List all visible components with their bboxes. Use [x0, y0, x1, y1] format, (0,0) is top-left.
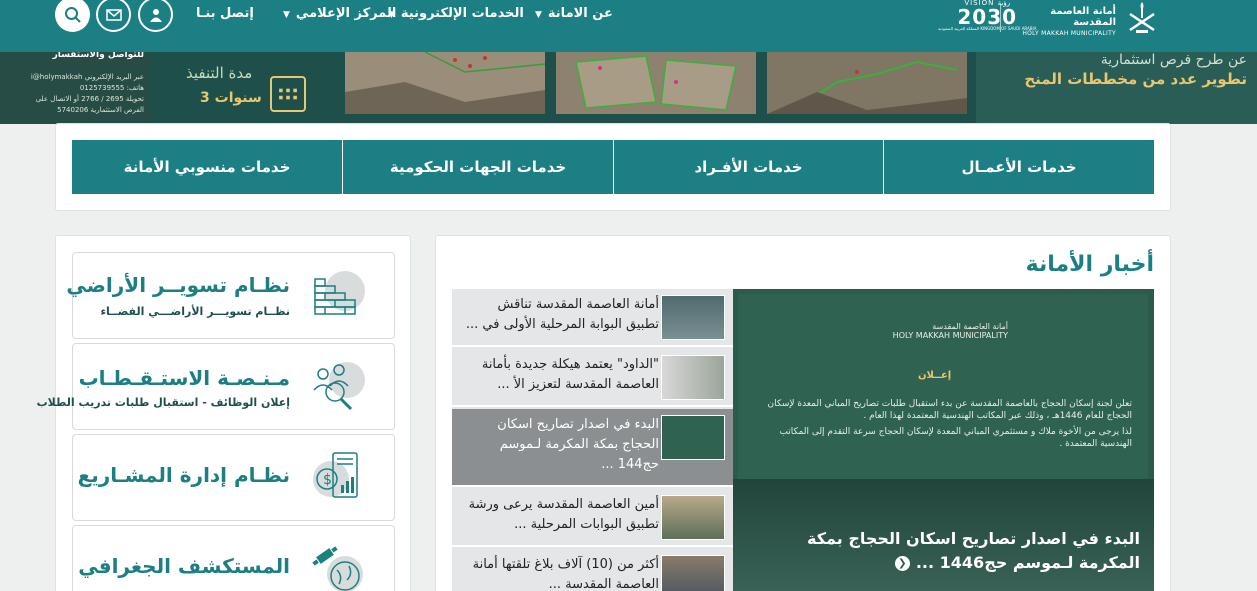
satellite-map-image — [345, 52, 545, 114]
satellite-globe-icon — [312, 546, 363, 591]
search-button[interactable] — [55, 0, 90, 32]
project-report-icon: $ — [313, 452, 358, 498]
saudi-emblem-icon — [1129, 2, 1155, 33]
nav-contact[interactable]: إتصل بنـا — [196, 6, 254, 26]
systems-panel: نظـام تسويــر الأراضي نظــام تسويـــر ال… — [37, 235, 411, 591]
municipality-name: أمانة العاصمة المقدسة HOLY MAKKAH MUNICI… — [1022, 6, 1116, 37]
news-thumbnail — [661, 355, 725, 400]
logo-divider — [1000, 4, 1001, 32]
nav-eservices[interactable]: الخدمات الإلكترونية▼ — [388, 6, 524, 26]
news-list: أمانة العاصمة المقدسة تناقش تطبيق البواب… — [452, 289, 733, 591]
news-list-item[interactable]: أمين العاصمة المقدسة يرعى ورشة تطبيق الب… — [452, 489, 733, 547]
top-navbar: إتصل بنـا المركز الإعلامي▼ الخدمات الإلك… — [0, 0, 1257, 52]
banner-headline: عن طرح فرص استثمارية تطوير عدد من مخططات… — [976, 52, 1257, 124]
featured-news-caption[interactable]: البدء في اصدار تصاريح اسكان الحجاج بمكة … — [760, 527, 1140, 575]
mail-button[interactable] — [96, 0, 131, 32]
news-section-title: أخبار الأمانة — [1025, 252, 1154, 277]
nav-media-center[interactable]: المركز الإعلامي▼ — [283, 6, 396, 26]
satellite-map-image — [767, 52, 967, 114]
nav-about[interactable]: عن الامانة▼ — [535, 6, 613, 26]
chevron-down-icon: ▼ — [388, 10, 395, 20]
user-icon — [149, 8, 162, 22]
services-panel: خدمات الأعمـال خدمات الأفـراد خدمات الجه… — [55, 123, 1171, 211]
news-list-item[interactable]: أكثر من (10) آلاف بلاغ تلقتها أمانة العا… — [452, 549, 733, 591]
calendar-icon — [270, 76, 306, 112]
user-button[interactable] — [138, 0, 173, 32]
search-icon — [64, 6, 81, 23]
banner-duration: مدة التنفيذ 3 سنوات — [160, 60, 330, 120]
employee-services-button[interactable]: خدمات منسوبي الأمانة — [72, 140, 342, 194]
business-services-button[interactable]: خدمات الأعمـال — [884, 140, 1154, 194]
recruitment-platform-card[interactable]: مـنـصـة الاستـقـطـاب إعلان الوظائف - است… — [37, 343, 395, 430]
arrow-left-icon[interactable]: ❮ — [894, 556, 910, 571]
news-list-item[interactable]: "الداود" يعتمد هيكلة جديدة بأمانة العاصم… — [452, 349, 733, 407]
news-panel: أخبار الأمانة أمانة العاصمة المقدسة تناق… — [435, 235, 1171, 591]
satellite-map-image — [556, 52, 756, 114]
news-list-item[interactable]: أمانة العاصمة المقدسة تناقش تطبيق البواب… — [452, 289, 733, 347]
geo-explorer-card[interactable]: المستكشف الجغرافي — [72, 525, 395, 591]
news-list-item-active[interactable]: البدء في اصدار تصاريح اسكان الحجاج بمكة … — [452, 409, 733, 487]
logo-area[interactable]: VISION رؤية 2030 المملكة العربية السعودي… — [938, 0, 1168, 38]
land-fencing-system-card[interactable]: نظـام تسويــر الأراضي نظــام تسويـــر ال… — [66, 252, 395, 339]
people-search-icon — [313, 362, 365, 411]
news-thumbnail — [661, 415, 725, 460]
chevron-down-icon: ▼ — [283, 10, 290, 20]
banner-contact-info: للتواصل والاستفسار عبر البريد الإلكتروني… — [0, 52, 150, 124]
mail-icon — [105, 8, 122, 21]
individual-services-button[interactable]: خدمات الأفـراد — [614, 140, 883, 194]
news-thumbnail — [661, 495, 725, 540]
announcement-logo: أمانة العاصمة المقدسة HOLY MAKKAH MUNICI… — [892, 322, 1008, 340]
government-services-button[interactable]: خدمات الجهات الحكومية — [343, 140, 613, 194]
news-thumbnail — [661, 555, 725, 591]
project-management-system-card[interactable]: نظـام إدارة المشـاريع $ — [72, 434, 395, 521]
brick-wall-icon — [314, 271, 365, 315]
svg-text:$: $ — [323, 472, 332, 488]
chevron-down-icon: ▼ — [535, 10, 542, 20]
news-thumbnail — [661, 295, 725, 340]
featured-news[interactable]: أمانة العاصمة المقدسة HOLY MAKKAH MUNICI… — [733, 289, 1154, 591]
